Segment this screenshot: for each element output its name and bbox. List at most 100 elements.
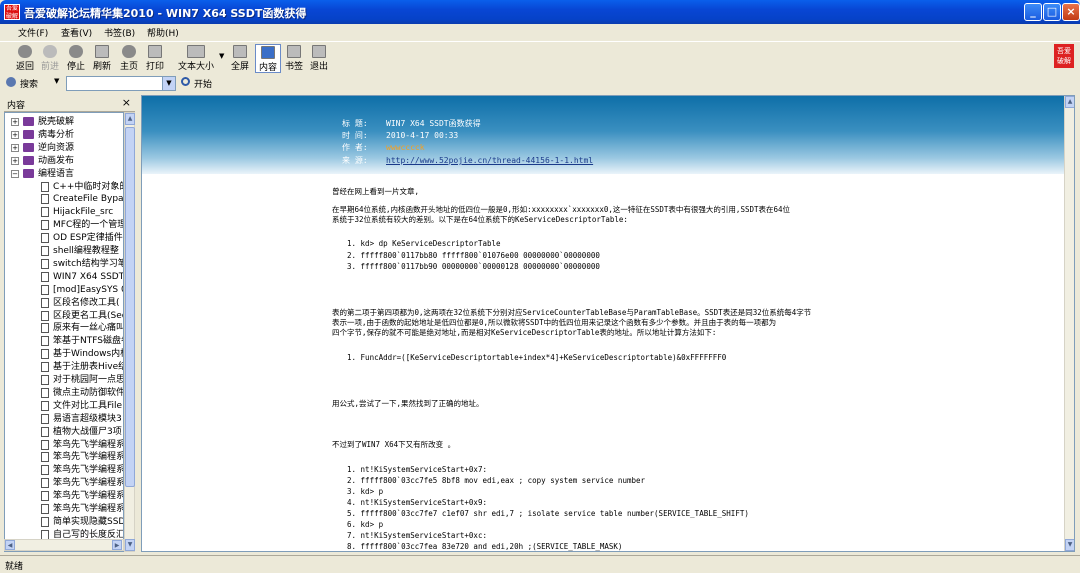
window-title: 吾爱破解论坛精华集2010 - WIN7 X64 SSDT函数获得 bbox=[24, 7, 307, 20]
tree-item-label: 笨鸟先飞学编程系 bbox=[53, 491, 124, 502]
chevron-down-icon[interactable]: ▼ bbox=[219, 52, 224, 60]
book-icon bbox=[23, 168, 34, 178]
font-size-icon bbox=[187, 45, 205, 58]
document-icon bbox=[41, 181, 49, 192]
contents-tree: + 脱壳破解 + 病毒分析 + 逆向资源 + 动画发布 − 编程语言 C++中临时对象的 Create… bbox=[4, 112, 124, 552]
article-line: 8. fffff800`03cc7fea 83e720 and edi,20h … bbox=[347, 542, 623, 551]
article-line: 系统于32位系统有较大的差别。以下是在64位系统下的KeServiceDescr… bbox=[332, 215, 628, 224]
tree-scroll-thumb[interactable] bbox=[125, 127, 135, 487]
tree-item-label: 基于注册表Hive结 bbox=[53, 362, 124, 373]
fullscreen-icon bbox=[233, 45, 247, 58]
tree-item-label: C++中临时对象的 bbox=[53, 181, 124, 192]
scroll-up-icon[interactable]: ▲ bbox=[125, 113, 135, 125]
document-icon bbox=[41, 491, 49, 502]
expand-icon[interactable]: + bbox=[11, 130, 19, 139]
tree-item-label: 简单实现隐藏SSD bbox=[53, 516, 124, 527]
article-line: 3. kd> p bbox=[347, 487, 384, 496]
tree-item-label: 笨鸟先飞学编程系 bbox=[53, 478, 124, 489]
tree-item-label: 易语言超级模块3 bbox=[53, 413, 122, 424]
forward-button[interactable]: 前进 bbox=[39, 44, 61, 73]
tree-horizontal-scrollbar[interactable]: ◀ ▶ bbox=[4, 539, 124, 551]
bookmark-icon bbox=[287, 45, 301, 58]
tree-item-label: 对于桃园阿一点思 bbox=[53, 375, 124, 385]
book-icon bbox=[23, 129, 34, 139]
document-icon bbox=[41, 349, 49, 360]
home-button[interactable]: 主页 bbox=[118, 44, 140, 73]
menu-view[interactable]: 查看(V) bbox=[61, 26, 92, 39]
stop-icon bbox=[69, 45, 83, 58]
document-icon bbox=[41, 297, 49, 308]
article-line: 2. fffff800`03cc7fe5 8bf8 mov edi,eax ; … bbox=[347, 476, 646, 485]
tree-vertical-scrollbar[interactable]: ▲ ▼ bbox=[124, 112, 135, 552]
document-icon bbox=[41, 194, 49, 205]
menu-file[interactable]: 文件(F) bbox=[18, 26, 48, 39]
document-icon bbox=[41, 246, 49, 256]
stop-button[interactable]: 停止 bbox=[65, 44, 87, 73]
tree-item-label: 文件对比工具File bbox=[53, 400, 123, 411]
expand-icon[interactable]: + bbox=[11, 156, 19, 165]
document-icon bbox=[41, 400, 49, 411]
search-input[interactable]: ▼ bbox=[66, 76, 176, 91]
minimize-button[interactable]: _ bbox=[1024, 3, 1042, 21]
print-button[interactable]: 打印 bbox=[144, 44, 166, 73]
document-icon bbox=[41, 465, 49, 476]
content-scroll-up-icon[interactable]: ▲ bbox=[1065, 96, 1074, 108]
tree-item-label: MFC程的一个管理 bbox=[53, 220, 124, 231]
fullscreen-button[interactable]: 全屏 bbox=[229, 44, 251, 73]
search-history-dropdown[interactable]: ▼ bbox=[162, 77, 175, 90]
document-icon bbox=[41, 310, 49, 321]
scroll-down-icon[interactable]: ▼ bbox=[125, 539, 135, 551]
tree-item-label: 病毒分析 bbox=[38, 129, 75, 140]
print-icon bbox=[148, 45, 162, 58]
title-bar[interactable]: 吾爱破解 吾爱破解论坛精华集2010 - WIN7 X64 SSDT函数获得 _… bbox=[0, 0, 1080, 24]
tree-item-label: 笨鸟先飞学编程系 bbox=[53, 465, 124, 476]
article-line: 5. fffff800`03cc7fe7 c1ef07 shr edi,7 ; … bbox=[347, 509, 749, 518]
document-icon bbox=[41, 271, 49, 282]
panel-close-icon[interactable]: × bbox=[122, 96, 131, 109]
tree-item-label: 微点主动防御软件 bbox=[53, 387, 124, 398]
document-icon bbox=[41, 478, 49, 489]
tree-item-label: 区段名修改工具( bbox=[53, 297, 120, 308]
tree-item-label: [mod]EasySYS 0.3 bbox=[53, 284, 123, 295]
tree-item-label: WIN7 X64 SSDT函 bbox=[53, 271, 124, 282]
document-icon bbox=[41, 233, 49, 244]
tree-item-label: 动画发布 bbox=[38, 155, 75, 166]
font-size-button[interactable]: 文本大小 bbox=[178, 44, 214, 73]
expand-icon[interactable]: + bbox=[11, 143, 19, 152]
meta-source-row: 来 源: http://www.52pojie.cn/thread-44156-1… bbox=[342, 156, 594, 165]
scroll-left-icon[interactable]: ◀ bbox=[5, 540, 15, 550]
document-icon bbox=[41, 452, 49, 463]
document-icon bbox=[41, 439, 49, 450]
source-link[interactable]: http://www.52pojie.cn/thread-44156-1-1.h… bbox=[386, 156, 593, 165]
tree-item-label: 基于Windows内核 bbox=[53, 349, 124, 360]
back-icon bbox=[18, 45, 32, 58]
tree-item-label: switch结构学习笔 bbox=[53, 258, 124, 269]
content-vertical-scrollbar[interactable]: ▲ ▼ bbox=[1064, 96, 1074, 551]
search-label[interactable]: 搜索 bbox=[20, 77, 38, 90]
document-icon bbox=[41, 207, 49, 218]
menu-bookmarks[interactable]: 书签(B) bbox=[104, 26, 135, 39]
maximize-button[interactable]: □ bbox=[1043, 3, 1061, 21]
scroll-right-icon[interactable]: ▶ bbox=[112, 540, 122, 550]
tree-item-label: 编程语言 bbox=[38, 168, 75, 179]
tree-item-label: HijackFile_src bbox=[53, 207, 114, 218]
article-line: 4. nt!KiSystemServiceStart+0x9: bbox=[347, 498, 487, 507]
expand-icon[interactable]: + bbox=[11, 118, 19, 126]
binoculars-icon bbox=[6, 77, 16, 87]
article-line: 1. FuncAddr=([KeServiceDescriptortable+i… bbox=[347, 353, 727, 362]
search-go-button[interactable]: 开始 bbox=[194, 77, 212, 90]
article-line: 曾经在网上看到一片文章, bbox=[332, 187, 420, 196]
expand-icon[interactable]: − bbox=[11, 169, 19, 178]
search-dropdown-icon[interactable]: ▼ bbox=[54, 77, 59, 85]
menu-help[interactable]: 帮助(H) bbox=[147, 26, 179, 39]
close-button[interactable]: × bbox=[1062, 3, 1080, 21]
tree-item-label: 笨鸟先飞学编程系 bbox=[53, 452, 124, 463]
document-icon bbox=[41, 220, 49, 231]
forward-icon bbox=[43, 45, 57, 58]
exit-button[interactable]: 退出 bbox=[308, 44, 330, 73]
content-scroll-down-icon[interactable]: ▼ bbox=[1065, 539, 1074, 551]
magnifier-icon[interactable] bbox=[181, 77, 190, 86]
article-line: 用公式,尝试了一下,果然找到了正确的地址。 bbox=[332, 399, 484, 408]
article-line: 6. kd> p bbox=[347, 520, 384, 529]
refresh-button[interactable]: 刷新 bbox=[91, 44, 113, 73]
